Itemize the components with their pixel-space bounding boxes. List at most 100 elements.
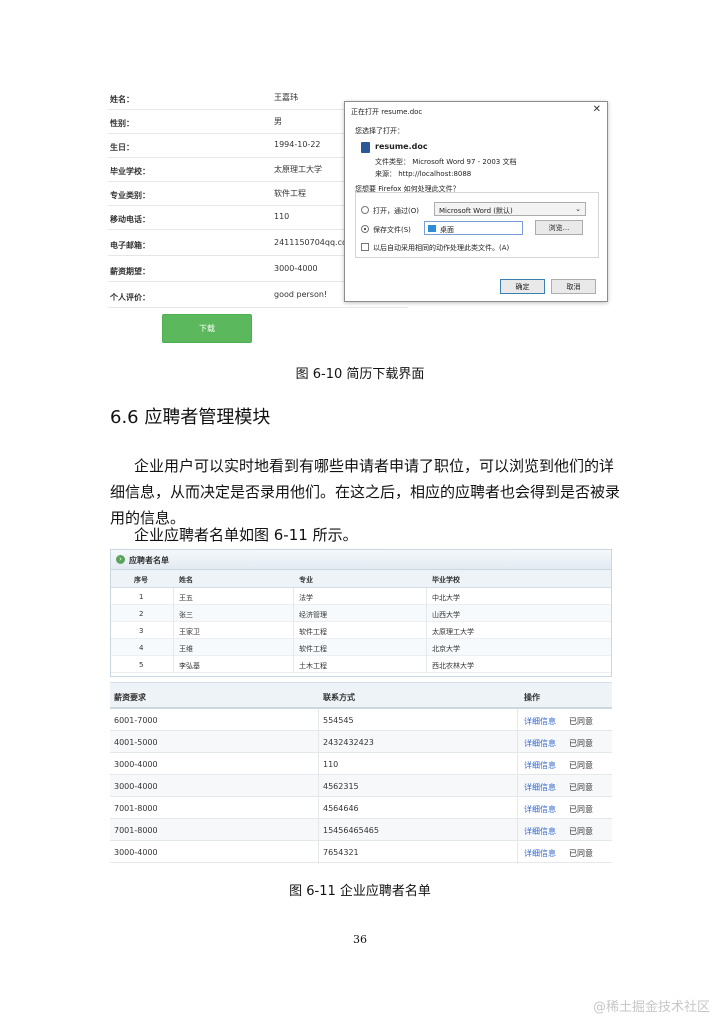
cell-salary: 7001-8000: [114, 804, 158, 813]
applicant-list-panel: › 应聘者名单 序号 姓名 专业 毕业学校 1 王五 法学 中北大学 2 张三 …: [110, 549, 612, 677]
open-with-select[interactable]: Microsoft Word (默认) ⌄: [434, 202, 586, 216]
cell-contact: 2432432423: [323, 738, 374, 747]
status-text: 已同意: [569, 739, 593, 748]
table-row[interactable]: 3 王家卫 软件工程 太原理工大学: [111, 622, 611, 639]
cell-contact: 15456465465: [323, 826, 379, 835]
detail-link[interactable]: 详细信息: [524, 826, 556, 837]
download-button[interactable]: 下载: [162, 314, 252, 343]
table-row: 6001-7000 554545 详细信息 已同意: [110, 709, 612, 731]
field-value: 男: [274, 117, 282, 126]
status-text: 已同意: [569, 717, 593, 726]
body-paragraph: 企业应聘者名单如图 6-11 所示。: [134, 526, 358, 544]
close-icon[interactable]: ✕: [593, 104, 601, 115]
field-label: 个人评价：: [110, 293, 150, 302]
cell-contact: 7654321: [323, 848, 359, 857]
cell-school: 北京大学: [432, 645, 460, 653]
cancel-button[interactable]: 取消: [551, 279, 596, 294]
cell-index: 1: [139, 593, 144, 601]
table-header: 序号 姓名 专业 毕业学校: [111, 570, 611, 588]
cell-school: 山西大学: [432, 611, 460, 619]
figure-caption: 图 6-11 企业应聘者名单: [289, 884, 431, 899]
table-row: 3000-4000 4562315 详细信息 已同意: [110, 775, 612, 797]
field-label: 专业类别：: [110, 191, 150, 200]
cell-name: 张三: [179, 611, 193, 619]
field-value: 王嘉玮: [274, 93, 298, 102]
open-with-app: Microsoft Word (默认): [439, 207, 513, 215]
cell-name: 王维: [179, 645, 193, 653]
table-row: 3000-4000 7654321 详细信息 已同意: [110, 841, 612, 863]
cell-index: 5: [139, 661, 144, 669]
cell-major: 法学: [299, 594, 313, 602]
field-label: 毕业学校：: [110, 167, 150, 176]
column-header: 联系方式: [323, 693, 355, 702]
field-value: 3000-4000: [274, 264, 318, 273]
cell-major: 软件工程: [299, 645, 327, 653]
cell-major: 软件工程: [299, 628, 327, 636]
chevron-down-icon: ⌄: [575, 205, 581, 213]
save-file-label: 保存文件(S): [373, 226, 411, 234]
detail-link[interactable]: 详细信息: [524, 738, 556, 749]
column-divider: [426, 588, 427, 673]
open-file-dialog: 正在打开 resume.doc ✕ 您选择了打开： resume.doc 文件类…: [344, 101, 608, 302]
cell-salary: 3000-4000: [114, 848, 158, 857]
cell-salary: 4001-5000: [114, 738, 158, 747]
panel-header: › 应聘者名单: [111, 550, 611, 570]
auto-action-checkbox[interactable]: [361, 243, 369, 251]
section-heading: 6.6 应聘者管理模块: [110, 407, 271, 428]
cell-school: 西北农林大学: [432, 662, 474, 670]
save-file-radio[interactable]: [361, 225, 369, 233]
cell-major: 经济管理: [299, 611, 327, 619]
file-source: 来源： http://localhost:8088: [375, 170, 472, 178]
field-label: 生日：: [110, 143, 134, 152]
cell-school: 太原理工大学: [432, 628, 474, 636]
cell-contact: 110: [323, 760, 339, 769]
figure-caption: 图 6-10 简历下载界面: [295, 367, 425, 382]
chosen-label: 您选择了打开：: [355, 127, 404, 135]
column-divider: [318, 709, 319, 864]
dialog-title: 正在打开 resume.doc: [351, 108, 423, 116]
cell-index: 2: [139, 610, 144, 618]
auto-action-label: 以后自动采用相同的动作处理此类文件。(A): [373, 244, 510, 252]
cell-contact: 554545: [323, 716, 354, 725]
detail-link[interactable]: 详细信息: [524, 804, 556, 815]
panel-title: 应聘者名单: [129, 556, 169, 565]
column-divider: [293, 588, 294, 673]
status-text: 已同意: [569, 805, 593, 814]
status-text: 已同意: [569, 827, 593, 836]
cell-contact: 4564646: [323, 804, 359, 813]
table-row[interactable]: 4 王维 软件工程 北京大学: [111, 639, 611, 656]
detail-link[interactable]: 详细信息: [524, 760, 556, 771]
ok-button[interactable]: 确定: [500, 279, 545, 294]
cell-salary: 3000-4000: [114, 782, 158, 791]
detail-link[interactable]: 详细信息: [524, 848, 556, 859]
field-label: 姓名：: [110, 95, 134, 104]
field-value: good person!: [274, 290, 328, 299]
column-header: 专业: [299, 576, 313, 584]
arrow-circle-icon: ›: [116, 555, 125, 564]
cell-salary: 7001-8000: [114, 826, 158, 835]
cell-index: 4: [139, 644, 144, 652]
browse-button[interactable]: 浏览...: [535, 220, 583, 235]
column-header: 序号: [134, 576, 148, 584]
save-target-label: 桌面: [440, 226, 454, 234]
field-label: 移动电话：: [110, 215, 150, 224]
footer-watermark: @稀土掘金技术社区: [592, 1000, 710, 1015]
open-with-radio[interactable]: [361, 206, 369, 214]
column-divider: [173, 588, 174, 673]
cell-salary: 3000-4000: [114, 760, 158, 769]
salary-contact-table: 薪资要求 联系方式 操作 6001-7000 554545 详细信息 已同意 4…: [110, 682, 612, 864]
detail-link[interactable]: 详细信息: [524, 782, 556, 793]
table-row[interactable]: 2 张三 经济管理 山西大学: [111, 605, 611, 622]
table-row[interactable]: 5 李弘基 土木工程 西北农林大学: [111, 656, 611, 673]
word-document-icon: [361, 142, 370, 153]
cell-school: 中北大学: [432, 594, 460, 602]
save-target-field[interactable]: 桌面: [424, 221, 523, 235]
table-row[interactable]: 1 王五 法学 中北大学: [111, 588, 611, 605]
detail-link[interactable]: 详细信息: [524, 716, 556, 727]
column-header: 毕业学校: [432, 576, 460, 584]
body-paragraph: 企业用户可以实时地看到有哪些申请者申请了职位，可以浏览到他们的详细信息，从而决定…: [110, 457, 621, 527]
field-value: 1994-10-22: [274, 140, 321, 149]
table-header: 薪资要求 联系方式 操作: [110, 682, 612, 709]
field-label: 薪资期望：: [110, 267, 150, 276]
folder-icon: [428, 225, 436, 232]
